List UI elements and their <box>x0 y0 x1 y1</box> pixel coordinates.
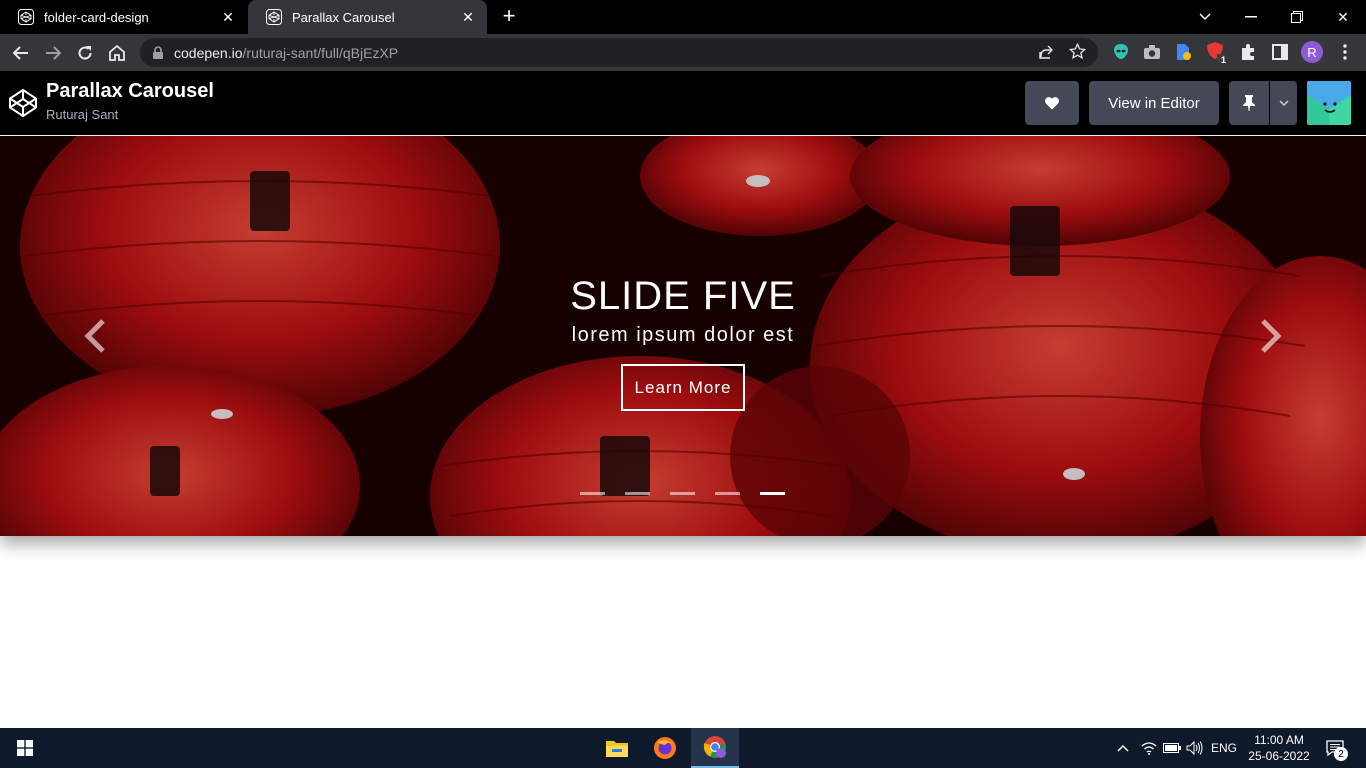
bookmark-star-icon[interactable] <box>1068 42 1087 63</box>
slide-title: SLIDE FIVE <box>570 274 796 318</box>
slide-indicator-3[interactable] <box>670 492 695 495</box>
home-icon[interactable] <box>104 40 130 66</box>
url-host: codepen.io <box>174 44 243 61</box>
file-explorer-icon[interactable] <box>594 728 640 768</box>
learn-more-button[interactable]: Learn More <box>621 364 745 411</box>
clock-time: 11:00 AM <box>1254 733 1304 747</box>
slide-subtitle: lorem ipsum dolor est <box>571 324 795 346</box>
chevron-down-icon <box>1278 100 1289 106</box>
pen-author[interactable]: Ruturaj Sant <box>46 107 118 122</box>
view-in-editor-button[interactable]: View in Editor <box>1089 81 1219 125</box>
codepen-favicon-icon <box>18 9 34 25</box>
side-panel-icon[interactable] <box>1270 42 1290 62</box>
pin-icon <box>1243 95 1255 111</box>
share-icon[interactable] <box>1038 44 1054 63</box>
restore-icon[interactable] <box>1274 0 1320 34</box>
parallax-carousel: SLIDE FIVE lorem ipsum dolor est Learn M… <box>0 136 1366 536</box>
heart-icon <box>1044 97 1060 110</box>
show-hidden-icons-chevron-icon[interactable] <box>1113 728 1133 768</box>
close-window-icon[interactable]: ✕ <box>1320 0 1366 34</box>
extension-badge: 1 <box>1220 55 1226 65</box>
profile-avatar[interactable]: R <box>1301 41 1323 63</box>
notifications-icon[interactable]: 2 <box>1320 728 1350 768</box>
slide-indicator-2[interactable] <box>625 492 650 495</box>
wifi-icon[interactable] <box>1138 728 1160 768</box>
pin-button[interactable] <box>1229 81 1269 125</box>
tab-search-chevron-icon[interactable] <box>1182 0 1228 34</box>
camera-extension-icon[interactable] <box>1142 42 1162 62</box>
browser-tab[interactable]: folder-card-design ✕ <box>0 0 247 34</box>
language-indicator[interactable]: ENG <box>1209 728 1239 768</box>
user-avatar[interactable] <box>1307 81 1351 125</box>
slide-indicator-5-active[interactable] <box>760 492 785 495</box>
close-tab-icon[interactable]: ✕ <box>219 8 237 26</box>
adblock-extension-icon[interactable]: 1 <box>1205 42 1226 65</box>
tab-title: folder-card-design <box>44 9 149 25</box>
firefox-icon[interactable] <box>642 728 688 768</box>
volume-icon[interactable] <box>1184 728 1206 768</box>
forward-icon[interactable] <box>40 40 66 66</box>
browser-tab-active[interactable]: Parallax Carousel ✕ <box>248 0 487 34</box>
url-path: /ruturaj-sant/full/qBjEzXP <box>242 44 399 61</box>
notification-count-badge: 2 <box>1334 747 1348 761</box>
slide-indicator-1[interactable] <box>580 492 605 495</box>
address-bar[interactable]: codepen.io/ruturaj-sant/full/qBjEzXP <box>140 38 1098 67</box>
new-tab-button[interactable]: + <box>497 5 521 29</box>
lock-icon <box>153 45 163 59</box>
battery-icon[interactable] <box>1161 728 1183 768</box>
codepen-logo-icon[interactable] <box>8 88 38 118</box>
tab-title: Parallax Carousel <box>292 9 395 25</box>
chrome-taskbar-icon[interactable] <box>691 728 739 768</box>
minimize-icon[interactable] <box>1228 0 1274 34</box>
alien-extension-icon[interactable] <box>1111 42 1131 62</box>
pen-title: Parallax Carousel <box>46 80 214 102</box>
codepen-header: Parallax Carousel Ruturaj Sant View in E… <box>0 71 1366 135</box>
windows-taskbar: ENG 11:00 AM 25-06-2022 2 <box>0 728 1366 768</box>
windows-start-icon[interactable] <box>2 728 48 768</box>
clock-date: 25-06-2022 <box>1248 749 1310 763</box>
browser-toolbar: codepen.io/ruturaj-sant/full/qBjEzXP 1 R <box>0 34 1366 71</box>
close-tab-icon[interactable]: ✕ <box>459 8 477 26</box>
pin-dropdown-button[interactable] <box>1270 81 1297 125</box>
chrome-menu-icon[interactable] <box>1335 42 1355 62</box>
clock[interactable]: 11:00 AM 25-06-2022 <box>1244 728 1314 768</box>
browser-tab-strip: folder-card-design ✕ Parallax Carousel ✕… <box>0 0 1366 34</box>
like-button[interactable] <box>1025 81 1079 125</box>
reload-icon[interactable] <box>72 40 98 66</box>
slide-indicator-4[interactable] <box>715 492 740 495</box>
back-icon[interactable] <box>8 40 34 66</box>
extensions-puzzle-icon[interactable] <box>1238 42 1258 62</box>
codepen-favicon-icon <box>266 9 282 25</box>
docs-extension-icon[interactable] <box>1173 42 1193 62</box>
